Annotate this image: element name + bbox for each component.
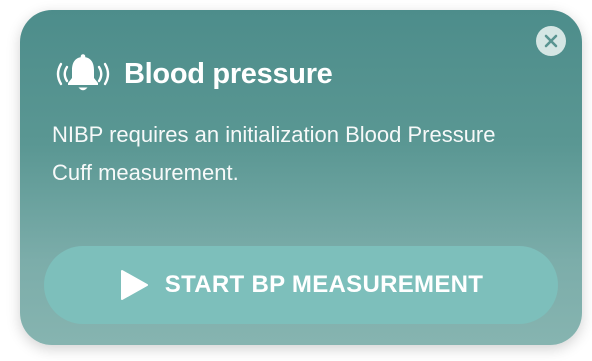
alert-header: Blood pressure <box>50 50 333 98</box>
close-button[interactable] <box>536 26 566 56</box>
bell-ringing-icon <box>56 54 110 91</box>
start-bp-measurement-label: START BP MEASUREMENT <box>164 271 484 298</box>
blood-pressure-alert-card: Blood pressure NIBP requires an initiali… <box>20 10 582 345</box>
alert-title: Blood pressure <box>124 57 333 90</box>
play-icon <box>120 270 148 300</box>
close-icon <box>544 34 558 48</box>
page: Blood pressure NIBP requires an initiali… <box>0 0 592 361</box>
alert-message: NIBP requires an initialization Blood Pr… <box>52 122 496 185</box>
start-bp-measurement-button[interactable]: START BP MEASUREMENT <box>44 246 558 324</box>
